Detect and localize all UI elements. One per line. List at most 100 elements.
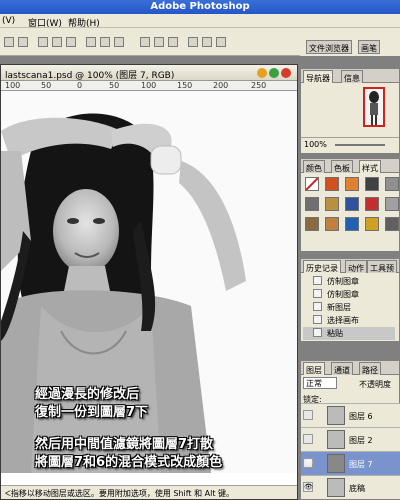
history-item-selected[interactable]: 粘贴 [303, 327, 395, 340]
ruler-label: 100 [141, 81, 157, 90]
history-item-label: 粘贴 [327, 329, 343, 338]
style-swatch[interactable] [345, 197, 359, 211]
tab-history[interactable]: 历史记录 [303, 260, 341, 273]
navigator-preview[interactable] [363, 87, 385, 127]
style-swatch[interactable] [365, 197, 379, 211]
history-item[interactable]: 选择画布 [303, 314, 395, 327]
layer-row[interactable]: 图层 2 [301, 427, 400, 451]
layers-panel: 图层 通道 路径 正常 不透明度 锁定: 图层 6 图层 2 👁 图层 7 👁 底稿 [300, 360, 400, 500]
tab-styles[interactable]: 样式 [359, 160, 381, 173]
selection-icon [313, 315, 322, 324]
ruler-label: 250 [251, 81, 267, 90]
align-icon[interactable] [100, 37, 110, 47]
align-icon[interactable] [66, 37, 76, 47]
eye-icon[interactable]: 👁 [303, 482, 313, 492]
distribute-icon[interactable] [154, 37, 164, 47]
style-swatch[interactable] [325, 217, 339, 231]
app-titlebar: Adobe Photoshop [0, 0, 400, 14]
tool-option-icon[interactable] [18, 37, 28, 47]
styles-tabs: 颜色 色板 样式 [301, 159, 399, 173]
tab-info[interactable]: 信息 [341, 70, 363, 83]
distribute-icon[interactable] [202, 37, 212, 47]
tab-file-browser[interactable]: 文件浏览器 [306, 40, 352, 54]
history-item-label: 仿制图章 [327, 290, 359, 299]
tab-swatches[interactable]: 色板 [331, 160, 353, 173]
align-icon[interactable] [52, 37, 62, 47]
tab-color[interactable]: 颜色 [303, 160, 325, 173]
tool-option-icon[interactable] [4, 37, 14, 47]
ruler-label: 50 [41, 81, 52, 90]
menu-view[interactable]: (V) [2, 16, 15, 26]
stamp-icon [313, 289, 322, 298]
distribute-icon[interactable] [216, 37, 226, 47]
style-swatch[interactable] [345, 177, 359, 191]
history-item[interactable]: 新图层 [303, 301, 395, 314]
tab-brushes[interactable]: 画笔 [358, 40, 380, 54]
navigator-tabs: 导航器 信息 [301, 69, 399, 83]
layer-row[interactable]: 图层 6 [301, 403, 400, 427]
caption-line-1: 經過漫長的修改后 [35, 387, 140, 402]
tab-layers[interactable]: 图层 [303, 362, 325, 375]
blend-mode-select[interactable]: 正常 [303, 377, 337, 389]
paste-icon [313, 328, 322, 337]
layer-name: 图层 2 [349, 436, 373, 445]
close-button[interactable] [281, 68, 291, 78]
history-panel: 历史记录 动作 工具预 仿制图章 仿制图章 新图层 选择画布 粘贴 [300, 258, 400, 342]
tab-paths[interactable]: 路径 [359, 362, 381, 375]
layer-thumbnail [327, 406, 345, 425]
align-icon[interactable] [38, 37, 48, 47]
layer-name: 图层 7 [349, 460, 373, 469]
style-swatch[interactable] [385, 197, 399, 211]
history-tabs: 历史记录 动作 工具预 [301, 259, 399, 273]
layer-thumbnail [327, 454, 345, 473]
style-swatch[interactable] [385, 217, 399, 231]
style-swatch[interactable] [325, 197, 339, 211]
palette-well: 文件浏览器 画笔 [300, 28, 400, 56]
history-item[interactable]: 仿制图章 [303, 288, 395, 301]
opacity-label: 不透明度 [359, 380, 391, 389]
tab-channels[interactable]: 通道 [331, 362, 353, 375]
layer-thumbnail [327, 430, 345, 449]
style-swatch[interactable] [365, 217, 379, 231]
style-swatch[interactable] [365, 177, 379, 191]
history-item-label: 选择画布 [327, 316, 359, 325]
caption-line-2: 復制一份到圖層7下 [35, 405, 149, 420]
zoom-level[interactable]: 100% [304, 140, 327, 149]
style-swatch[interactable] [325, 177, 339, 191]
tab-actions[interactable]: 动作 [345, 260, 367, 273]
history-item[interactable]: 仿制图章 [303, 275, 395, 288]
navigator-panel: 导航器 信息 100% [300, 68, 400, 154]
zoom-slider[interactable] [335, 144, 385, 146]
document-title: lastscana1.psd @ 100% (图层 7, RGB) [5, 71, 175, 81]
tab-tool-presets[interactable]: 工具预 [367, 260, 397, 273]
visibility-toggle[interactable] [303, 410, 313, 420]
document-titlebar: lastscana1.psd @ 100% (图层 7, RGB) [1, 65, 297, 81]
navigator-zoom-row: 100% [301, 137, 399, 151]
tab-navigator[interactable]: 导航器 [303, 70, 333, 83]
history-item-label: 仿制图章 [327, 277, 359, 286]
styles-panel: 颜色 色板 样式 [300, 158, 400, 252]
menubar: (V) 窗口(W) 帮助(H) [0, 14, 400, 29]
layer-row[interactable]: 👁 底稿 [301, 475, 400, 499]
style-swatch[interactable] [305, 217, 319, 231]
layer-name: 底稿 [349, 484, 365, 493]
distribute-icon[interactable] [168, 37, 178, 47]
horizontal-ruler: 100 50 0 50 100 150 200 250 [1, 81, 297, 91]
ruler-label: 200 [213, 81, 229, 90]
new-layer-icon [313, 302, 322, 311]
style-none-swatch[interactable] [305, 177, 319, 191]
style-swatch[interactable] [385, 177, 399, 191]
eye-icon[interactable]: 👁 [303, 458, 313, 468]
distribute-icon[interactable] [188, 37, 198, 47]
ruler-label: 0 [77, 81, 83, 90]
align-icon[interactable] [114, 37, 124, 47]
align-icon[interactable] [86, 37, 96, 47]
style-swatch[interactable] [305, 197, 319, 211]
distribute-icon[interactable] [140, 37, 150, 47]
minimize-button[interactable] [257, 68, 267, 78]
visibility-toggle[interactable] [303, 434, 313, 444]
style-swatch[interactable] [345, 217, 359, 231]
maximize-button[interactable] [269, 68, 279, 78]
layer-name: 图层 6 [349, 412, 373, 421]
layer-row-selected[interactable]: 👁 图层 7 [301, 451, 400, 475]
